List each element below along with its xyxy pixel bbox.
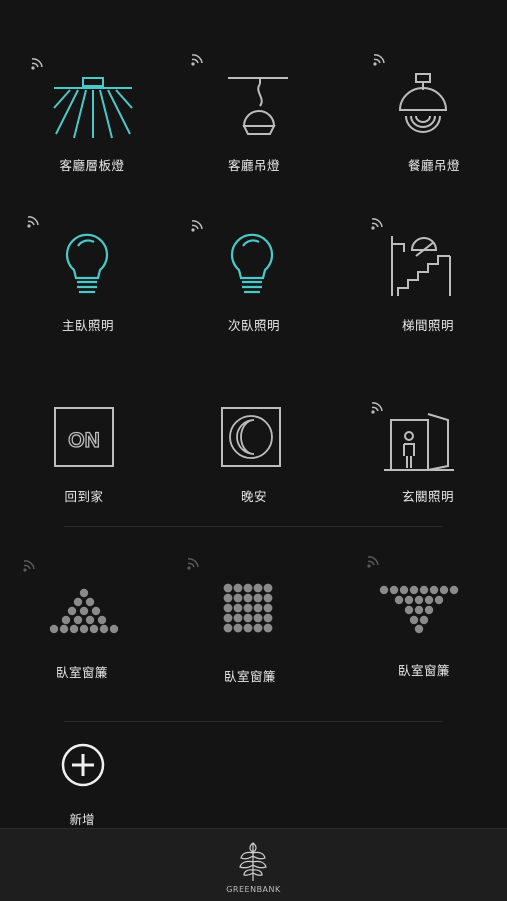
device-label: 梯間照明 bbox=[401, 318, 454, 333]
pendant-lamp-icon bbox=[228, 77, 288, 135]
curtain-label: 臥室窗簾 bbox=[223, 669, 276, 684]
greenbank-logo-icon[interactable] bbox=[236, 837, 270, 883]
curtain-grid-icon bbox=[223, 583, 273, 633]
add-label: 新增 bbox=[69, 812, 95, 827]
stair-lamp-icon bbox=[391, 236, 451, 296]
device-label: 次臥照明 bbox=[227, 318, 280, 333]
scene-label: 玄關照明 bbox=[401, 489, 454, 504]
scene-tile-home[interactable]: ON 回到家 bbox=[22, 390, 162, 540]
curtain-tile-1[interactable]: 臥室窗簾 bbox=[14, 556, 154, 706]
light-bulb-icon bbox=[65, 233, 109, 294]
curtain-tile-2[interactable]: 臥室窗簾 bbox=[180, 556, 320, 706]
scene-tile-goodnight[interactable]: 晚安 bbox=[184, 390, 324, 540]
device-tile-stairwell[interactable]: 梯間照明 bbox=[364, 212, 504, 362]
ceiling-panel-light-icon bbox=[53, 77, 133, 139]
curtain-label: 臥室窗簾 bbox=[397, 663, 450, 678]
brand-label: GREENBANK bbox=[226, 885, 281, 894]
plus-circle-icon[interactable] bbox=[60, 742, 106, 788]
device-tile-living-panel-light[interactable]: 客廳層板燈 bbox=[22, 48, 162, 198]
entrance-door-icon bbox=[384, 413, 454, 471]
device-tile-dining-pendant[interactable]: 餐廳吊燈 bbox=[364, 48, 504, 198]
scene-tile-entrance[interactable]: 玄關照明 bbox=[364, 390, 504, 540]
device-label: 餐廳吊燈 bbox=[407, 158, 460, 173]
on-scene-icon: ON bbox=[54, 407, 114, 467]
device-tile-master-bedroom[interactable]: 主臥照明 bbox=[22, 212, 162, 362]
device-label: 客廳層板燈 bbox=[59, 158, 125, 173]
curtain-triangle-icon bbox=[49, 588, 119, 634]
light-bulb-icon bbox=[230, 233, 274, 294]
device-label: 主臥照明 bbox=[61, 318, 114, 333]
device-tile-living-pendant[interactable]: 客廳吊燈 bbox=[184, 48, 324, 198]
device-label: 客廳吊燈 bbox=[227, 158, 280, 173]
curtain-label: 臥室窗簾 bbox=[55, 665, 108, 680]
curtain-tile-3[interactable]: 臥室窗簾 bbox=[354, 552, 494, 702]
section-divider bbox=[64, 526, 442, 527]
scene-label: 晚安 bbox=[240, 489, 267, 504]
scene-label: 回到家 bbox=[64, 489, 104, 504]
device-tile-second-bedroom[interactable]: 次臥照明 bbox=[184, 212, 324, 362]
bottom-bar: GREENBANK bbox=[0, 828, 507, 901]
svg-text:ON: ON bbox=[68, 429, 100, 452]
curtain-inverted-triangle-icon bbox=[379, 585, 459, 634]
section-divider bbox=[64, 721, 442, 722]
moon-scene-icon bbox=[221, 407, 281, 467]
dome-pendant-lamp-icon bbox=[398, 73, 448, 133]
